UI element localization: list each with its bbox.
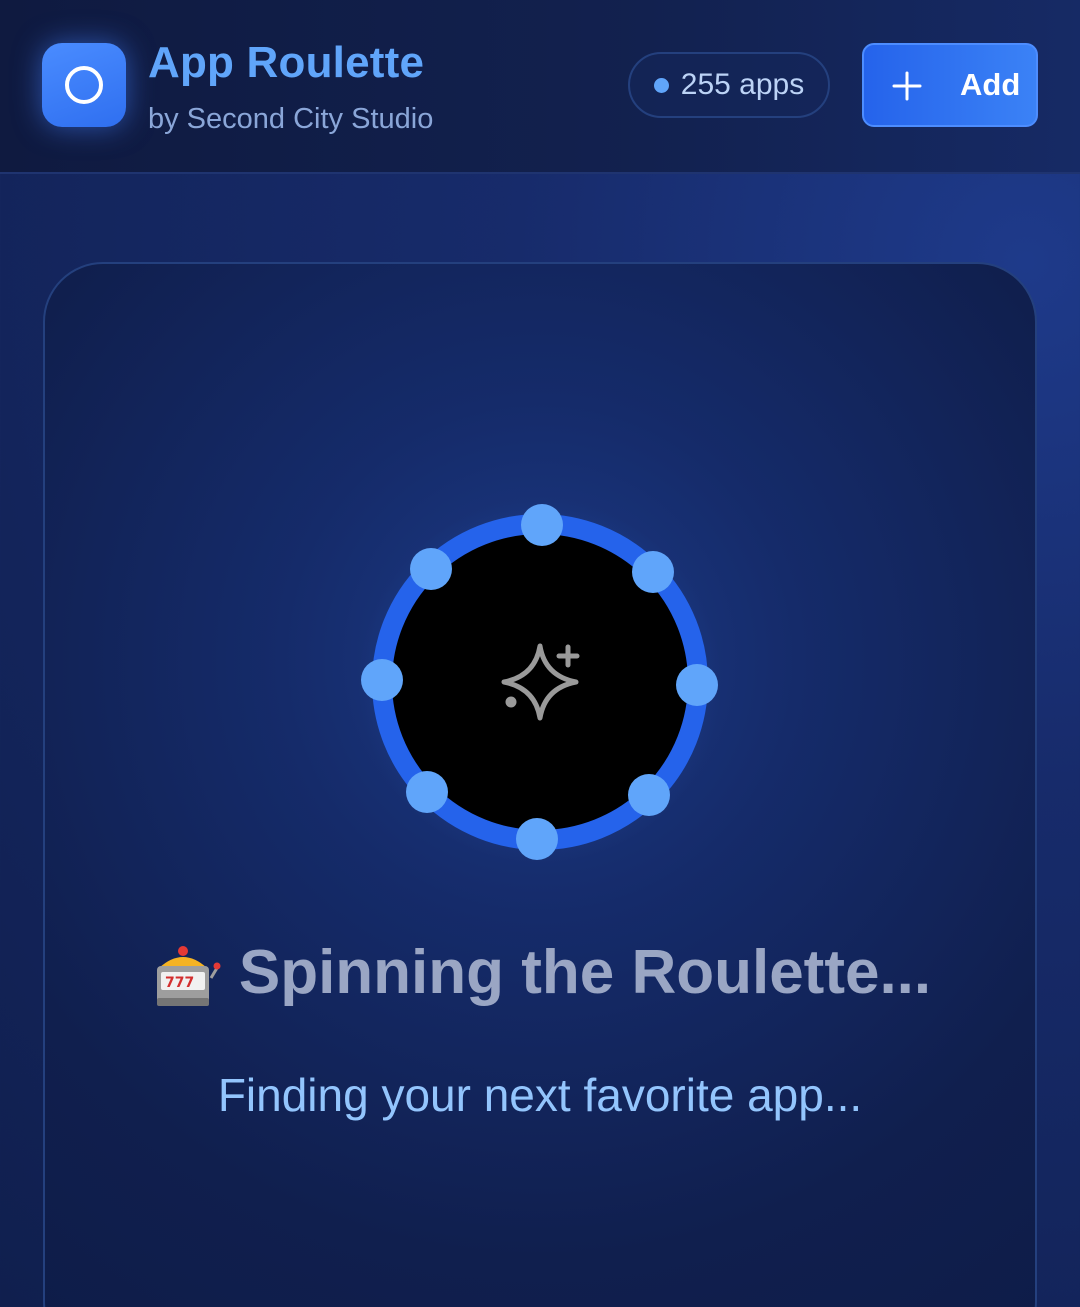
app-count-text: 255 apps [680,68,805,101]
wheel-dot [410,548,452,590]
app-title: App Roulette [148,38,425,87]
wheel-dot [406,771,448,813]
roulette-wheel [358,500,722,864]
add-button-label: Add [960,67,1021,102]
app-count-badge: 255 apps [628,52,830,118]
plus-icon [892,71,922,101]
roulette-wheel-graphic [358,500,722,864]
status-dot-icon [653,77,669,93]
status-title-text: Spinning the Roulette... [238,938,932,1007]
wheel-dot [676,664,718,706]
wheel-dot [632,551,674,593]
wheel-dot [628,774,670,816]
slot-machine-icon: 777 [156,945,221,1006]
wheel-dot [516,818,558,860]
wheel-dot [521,504,563,546]
circle-logo-icon [65,66,103,104]
status-subtitle: Finding your next favorite app... [217,1069,863,1121]
app-logo[interactable] [42,43,126,127]
app-header: App Roulette by Second City Studio 255 a… [0,0,1080,174]
svg-text:777: 777 [165,975,194,991]
wheel-dot [361,659,403,701]
add-button[interactable]: Add [862,43,1038,127]
app-subtitle: by Second City Studio [148,103,434,135]
status-title: 777 Spinning the Roulette... [0,937,1080,1012]
